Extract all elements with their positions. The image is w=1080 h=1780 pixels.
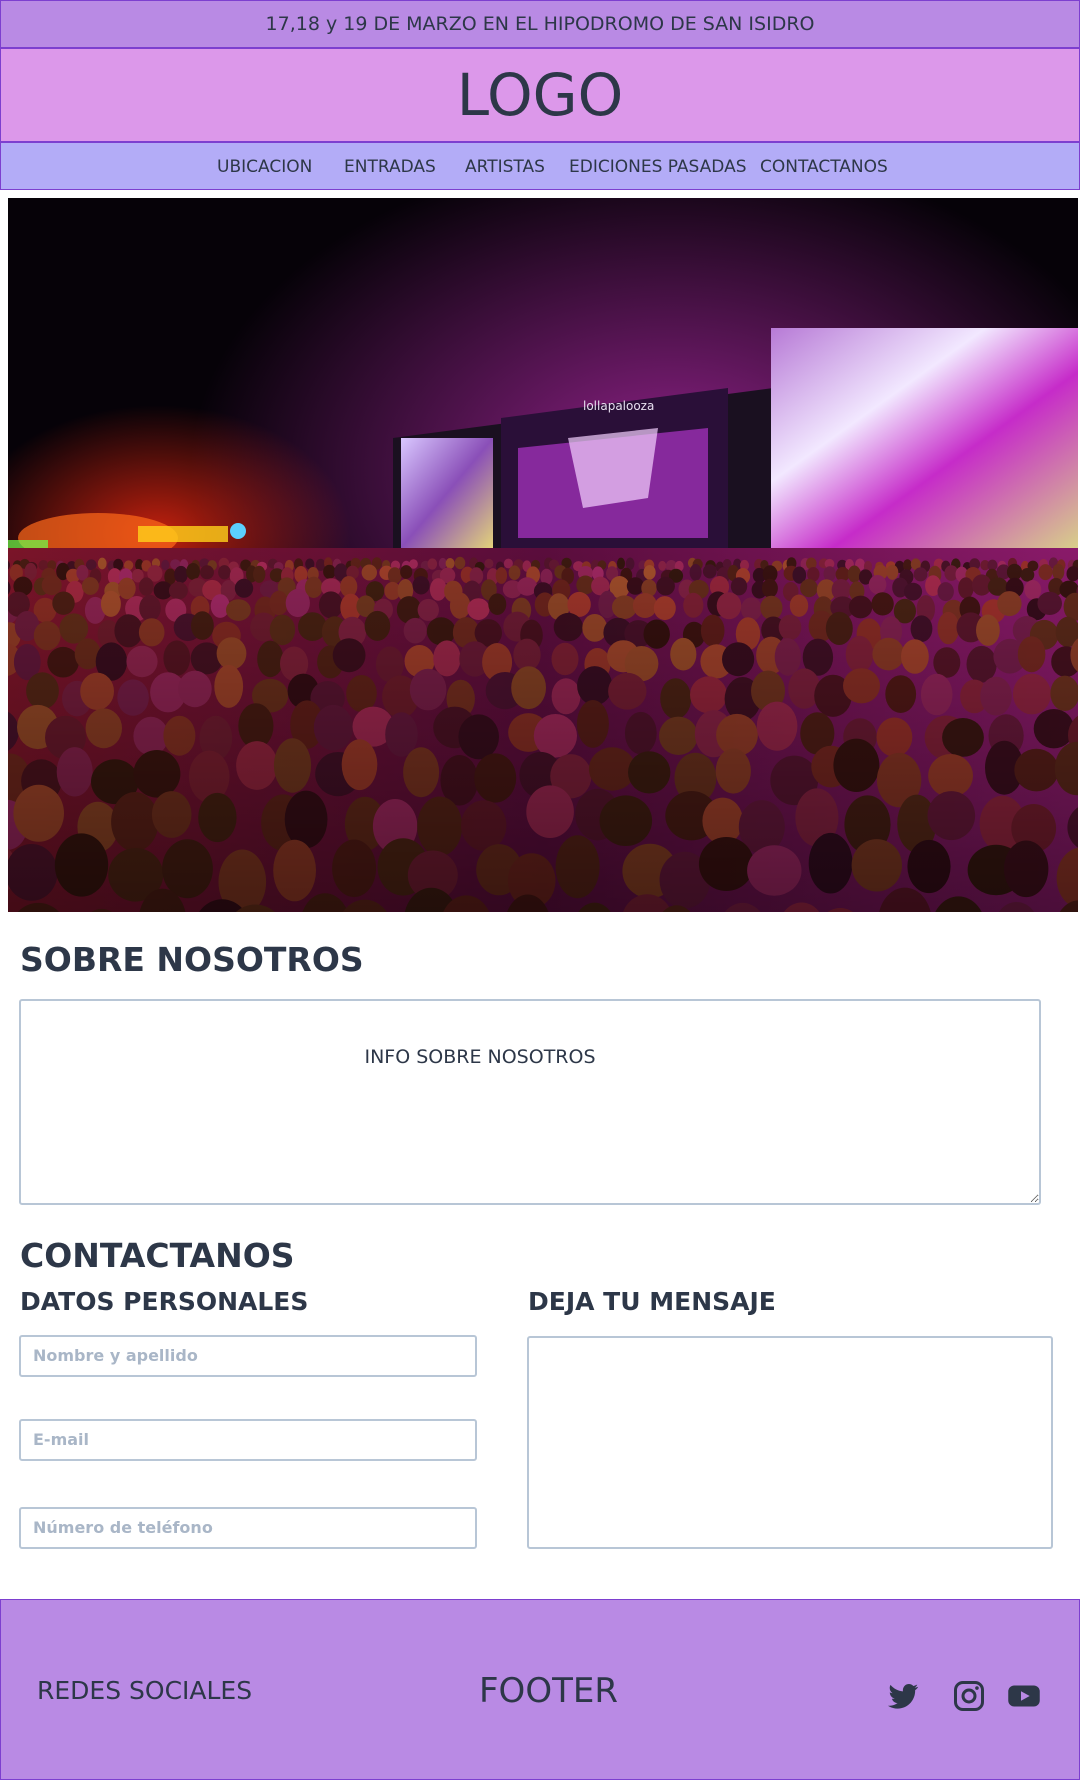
about-title: SOBRE NOSOTROS xyxy=(20,940,364,979)
footer: REDES SOCIALES FOOTER xyxy=(0,1599,1080,1780)
about-textarea[interactable]: INFO SOBRE NOSOTROS xyxy=(19,999,1041,1205)
twitter-icon[interactable] xyxy=(885,1678,921,1714)
concert-illustration: lollapalooza xyxy=(8,198,1078,912)
right-screen xyxy=(771,328,1078,548)
nav-item-artistas[interactable]: ARTISTAS xyxy=(465,157,545,177)
instagram-icon[interactable] xyxy=(951,1678,987,1714)
nav-item-contactanos[interactable]: CONTACTANOS xyxy=(760,157,888,177)
personal-data-title: DATOS PERSONALES xyxy=(20,1287,309,1316)
message-field[interactable] xyxy=(527,1336,1053,1549)
phone-field[interactable] xyxy=(19,1507,477,1549)
logo[interactable]: LOGO xyxy=(457,61,624,129)
left-screen xyxy=(401,438,493,548)
stage-sign: lollapalooza xyxy=(583,399,654,413)
nav-item-entradas[interactable]: ENTRADAS xyxy=(344,157,436,177)
logo-bar: LOGO xyxy=(0,48,1080,142)
announcement-bar: 17,18 y 19 DE MARZO EN EL HIPODROMO DE S… xyxy=(0,0,1080,48)
nav-item-ubicacion[interactable]: UBICACION xyxy=(217,157,312,177)
name-field[interactable] xyxy=(19,1335,477,1377)
hero-image: lollapalooza xyxy=(8,198,1078,912)
social-label: REDES SOCIALES xyxy=(37,1676,253,1705)
nav-item-ediciones-pasadas[interactable]: EDICIONES PASADAS xyxy=(569,157,747,177)
message-title: DEJA TU MENSAJE xyxy=(528,1287,776,1316)
email-field[interactable] xyxy=(19,1419,477,1461)
youtube-icon[interactable] xyxy=(1006,1678,1042,1714)
main-nav: UBICACION ENTRADAS ARTISTAS EDICIONES PA… xyxy=(0,142,1080,190)
contact-title: CONTACTANOS xyxy=(20,1236,295,1275)
announcement-text: 17,18 y 19 DE MARZO EN EL HIPODROMO DE S… xyxy=(265,13,815,35)
footer-title: FOOTER xyxy=(479,1671,618,1711)
